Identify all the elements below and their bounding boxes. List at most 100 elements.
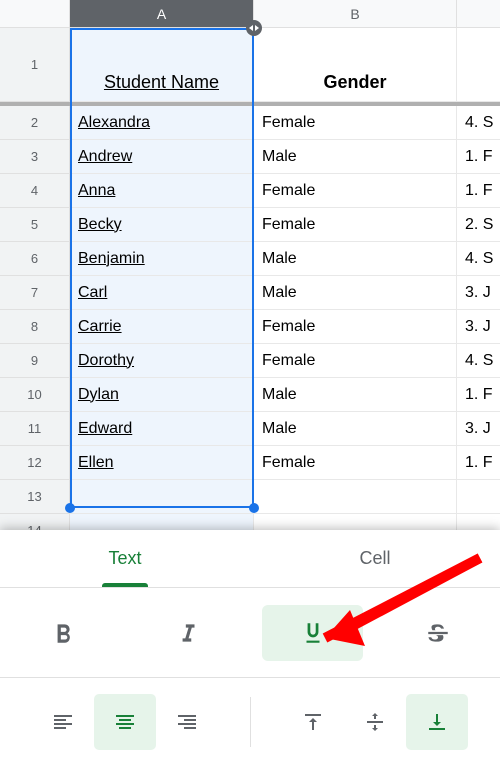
align-right-icon [175,710,199,734]
cell[interactable]: 4. S [457,242,500,276]
cell[interactable]: Anna [70,174,254,208]
table-row: 9 Dorothy Female 4. S [0,344,500,378]
cell[interactable]: 1. F [457,140,500,174]
cell[interactable]: 1. F [457,174,500,208]
italic-button[interactable] [137,605,238,661]
row-header[interactable]: 9 [0,344,70,378]
cell[interactable]: Female [254,310,457,344]
cell-text: Carrie [78,318,122,336]
cell[interactable]: Male [254,378,457,412]
cell[interactable]: Male [254,276,457,310]
cell-text: Female [262,454,315,472]
cell[interactable]: Andrew [70,140,254,174]
cell[interactable] [70,514,254,530]
vertical-align-group [251,694,500,750]
valign-top-button[interactable] [282,694,344,750]
cell-text: 4. S [465,352,493,370]
row-header[interactable]: 7 [0,276,70,310]
column-header-b[interactable]: B [254,0,457,28]
cell-text: Male [262,148,297,166]
table-row: 2 Alexandra Female4. S [0,106,500,140]
cell[interactable]: Male [254,412,457,446]
column-resize-handle[interactable] [246,20,262,36]
header-data-row: 1 Student Name Gender [0,28,500,102]
cell[interactable] [70,480,254,514]
table-row: 4AnnaFemale1. F [0,174,500,208]
cell[interactable]: 4. S [457,106,500,140]
cell[interactable]: Male [254,140,457,174]
bold-icon [50,620,76,646]
cell[interactable]: Carrie [70,310,254,344]
row-header[interactable]: 13 [0,480,70,514]
cell[interactable]: Female [254,344,457,378]
row-header-1[interactable]: 1 [0,28,70,102]
cell-text: 4. S [465,250,493,268]
cell-text: Male [262,420,297,438]
align-left-button[interactable] [32,694,94,750]
cell-text: 3. J [465,420,491,438]
cell-b1[interactable]: Gender [254,28,457,102]
cell[interactable]: Female [254,106,457,140]
cell[interactable]: Ellen [70,446,254,480]
row-header[interactable]: 8 [0,310,70,344]
table-row: 5BeckyFemale2. S [0,208,500,242]
cell[interactable]: Carl [70,276,254,310]
cell[interactable]: Dylan [70,378,254,412]
cell[interactable] [457,480,500,514]
cell[interactable]: 1. F [457,446,500,480]
row-header[interactable]: 6 [0,242,70,276]
select-all-corner[interactable] [0,0,70,28]
cell-text: Andrew [78,148,132,166]
row-header[interactable]: 4 [0,174,70,208]
bold-button[interactable] [12,605,113,661]
cell[interactable] [254,480,457,514]
align-center-icon [113,710,137,734]
cell[interactable]: Dorothy [70,344,254,378]
cell[interactable]: 1. F [457,378,500,412]
cell[interactable]: Female [254,446,457,480]
cell-text: Benjamin [78,250,145,268]
cell-a1[interactable]: Student Name [70,28,254,102]
align-right-button[interactable] [156,694,218,750]
row-header[interactable]: 5 [0,208,70,242]
cell[interactable]: 4. S [457,344,500,378]
cell-text: Alexandra [78,114,150,132]
column-header-c[interactable] [457,0,500,28]
underline-button[interactable] [262,605,363,661]
cell[interactable]: 2. S [457,208,500,242]
cell[interactable] [457,514,500,530]
cell[interactable]: 3. J [457,276,500,310]
tab-cell[interactable]: Cell [250,530,500,587]
row-header[interactable]: 3 [0,140,70,174]
cell[interactable]: Edward [70,412,254,446]
valign-middle-button[interactable] [344,694,406,750]
table-row: 6 Benjamin Male 4. S [0,242,500,276]
row-header[interactable]: 2 [0,106,70,140]
tab-text[interactable]: Text [0,530,250,587]
table-row: 10Dylan Male 1. F [0,378,500,412]
cell[interactable]: Alexandra [70,106,254,140]
cell[interactable] [254,514,457,530]
row-header[interactable]: 10 [0,378,70,412]
row-header[interactable]: 14 [0,514,70,530]
row-header[interactable]: 11 [0,412,70,446]
cell[interactable]: 3. J [457,310,500,344]
strikethrough-button[interactable] [387,605,488,661]
valign-bottom-icon [425,710,449,734]
cell[interactable]: Female [254,208,457,242]
cell[interactable]: Benjamin [70,242,254,276]
align-center-button[interactable] [94,694,156,750]
column-header-a[interactable]: A [70,0,254,28]
spreadsheet-grid[interactable]: A B 1 Student Name Gender 2 Alexandra Fema… [0,0,500,530]
cell-text: 3. J [465,284,491,302]
cell[interactable]: Male [254,242,457,276]
cell[interactable]: Female [254,174,457,208]
cell-c1[interactable] [457,28,500,102]
row-header[interactable]: 12 [0,446,70,480]
cell-text: Male [262,386,297,404]
cell-text: Dorothy [78,352,134,370]
cell[interactable]: 3. J [457,412,500,446]
cell-text: Edward [78,420,132,438]
valign-bottom-button[interactable] [406,694,468,750]
cell[interactable]: Becky [70,208,254,242]
